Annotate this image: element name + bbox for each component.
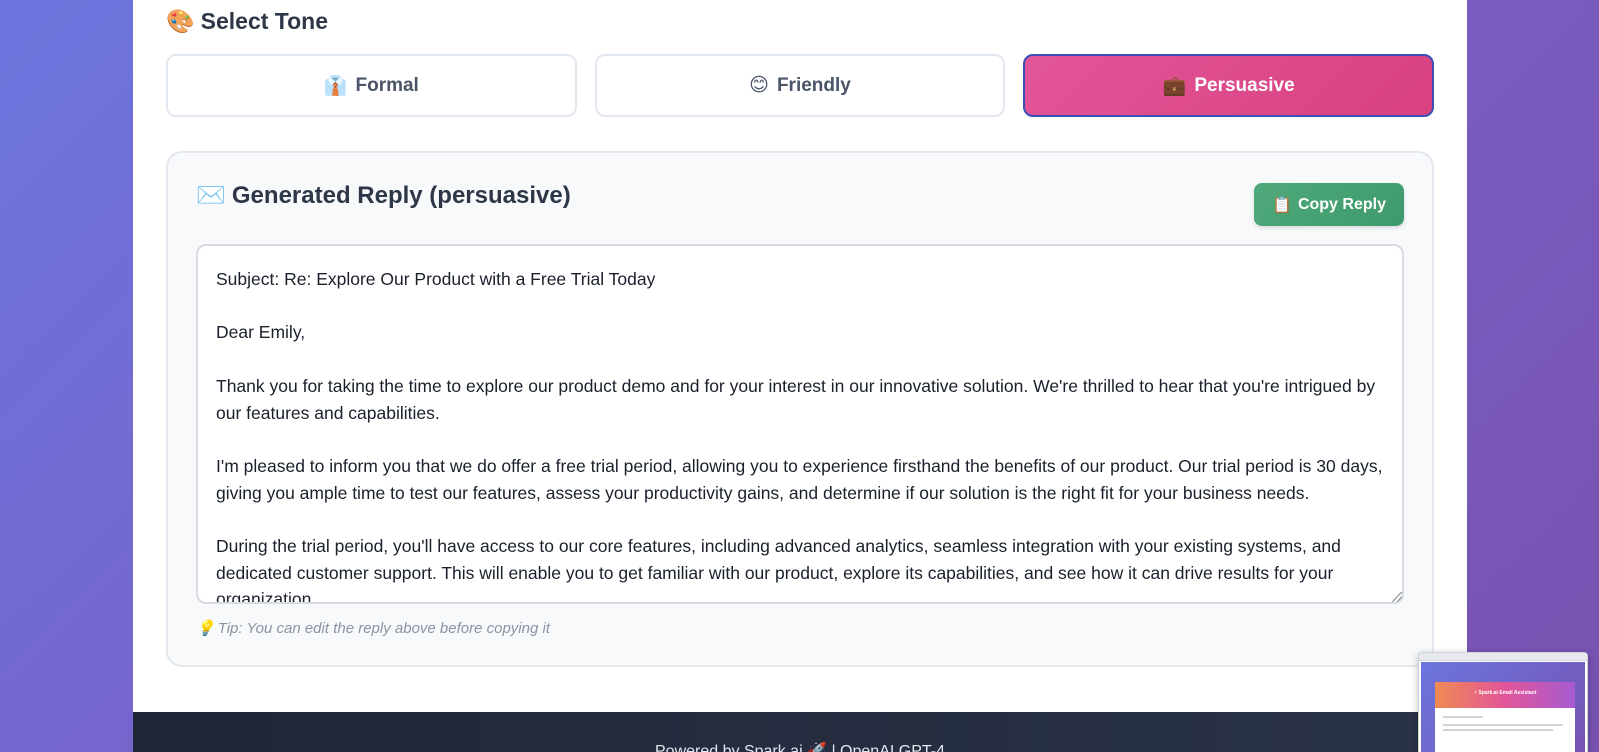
main-card: 🎨 Select Tone 👔 Formal 😊 Friendly 💼 Pers… xyxy=(133,0,1467,712)
reply-heading: ✉️ Generated Reply (persuasive) xyxy=(196,181,571,210)
thumbnail-card: ⚡ Spark.ai Email Assistant xyxy=(1435,682,1575,752)
envelope-icon: ✉️ xyxy=(196,182,226,209)
edit-tip: 💡 Tip: You can edit the reply above befo… xyxy=(196,619,550,638)
tone-formal-label: Formal xyxy=(355,74,419,96)
copy-reply-button[interactable]: 📋 Copy Reply xyxy=(1254,183,1404,226)
select-tone-heading: 🎨 Select Tone xyxy=(166,8,328,35)
lightbulb-icon: 💡 xyxy=(196,620,215,637)
thumbnail-line xyxy=(1443,724,1563,726)
thumbnail-line xyxy=(1443,716,1483,718)
reply-title: Generated Reply (persuasive) xyxy=(231,181,571,209)
footer-text: Powered by Spark.ai 🚀 | OpenAI GPT-4 xyxy=(655,743,945,752)
thumbnail-browser-bar xyxy=(1419,653,1587,661)
tone-persuasive-button[interactable]: 💼 Persuasive xyxy=(1023,54,1435,117)
thumbnail-title: ⚡ Spark.ai Email Assistant xyxy=(1435,682,1575,708)
reply-panel: ✉️ Generated Reply (persuasive) 📋 Copy R… xyxy=(166,151,1434,667)
thumbnail-background: ⚡ Spark.ai Email Assistant xyxy=(1421,662,1585,752)
tone-persuasive-label: Persuasive xyxy=(1194,74,1295,96)
smile-icon: 😊 xyxy=(749,75,769,96)
tone-options: 👔 Formal 😊 Friendly 💼 Persuasive xyxy=(166,54,1435,117)
screenshot-thumbnail[interactable]: ⚡ Spark.ai Email Assistant xyxy=(1418,652,1588,752)
clipboard-icon: 📋 xyxy=(1272,196,1292,214)
tone-formal-button[interactable]: 👔 Formal xyxy=(166,54,577,117)
tone-friendly-button[interactable]: 😊 Friendly xyxy=(594,54,1006,117)
tone-friendly-label: Friendly xyxy=(776,74,851,96)
palette-icon: 🎨 xyxy=(166,8,195,34)
thumbnail-line xyxy=(1443,729,1553,731)
necktie-person-icon: 👔 xyxy=(323,75,348,97)
select-tone-title: Select Tone xyxy=(200,8,329,34)
footer: Powered by Spark.ai 🚀 | OpenAI GPT-4 xyxy=(133,712,1467,752)
textarea-resize-handle[interactable] xyxy=(1392,592,1402,602)
reply-textarea[interactable]: Subject: Re: Explore Our Product with a … xyxy=(196,244,1404,604)
briefcase-icon: 💼 xyxy=(1162,75,1187,97)
tip-text: Tip: You can edit the reply above before… xyxy=(217,619,550,637)
copy-reply-label: Copy Reply xyxy=(1297,195,1386,213)
